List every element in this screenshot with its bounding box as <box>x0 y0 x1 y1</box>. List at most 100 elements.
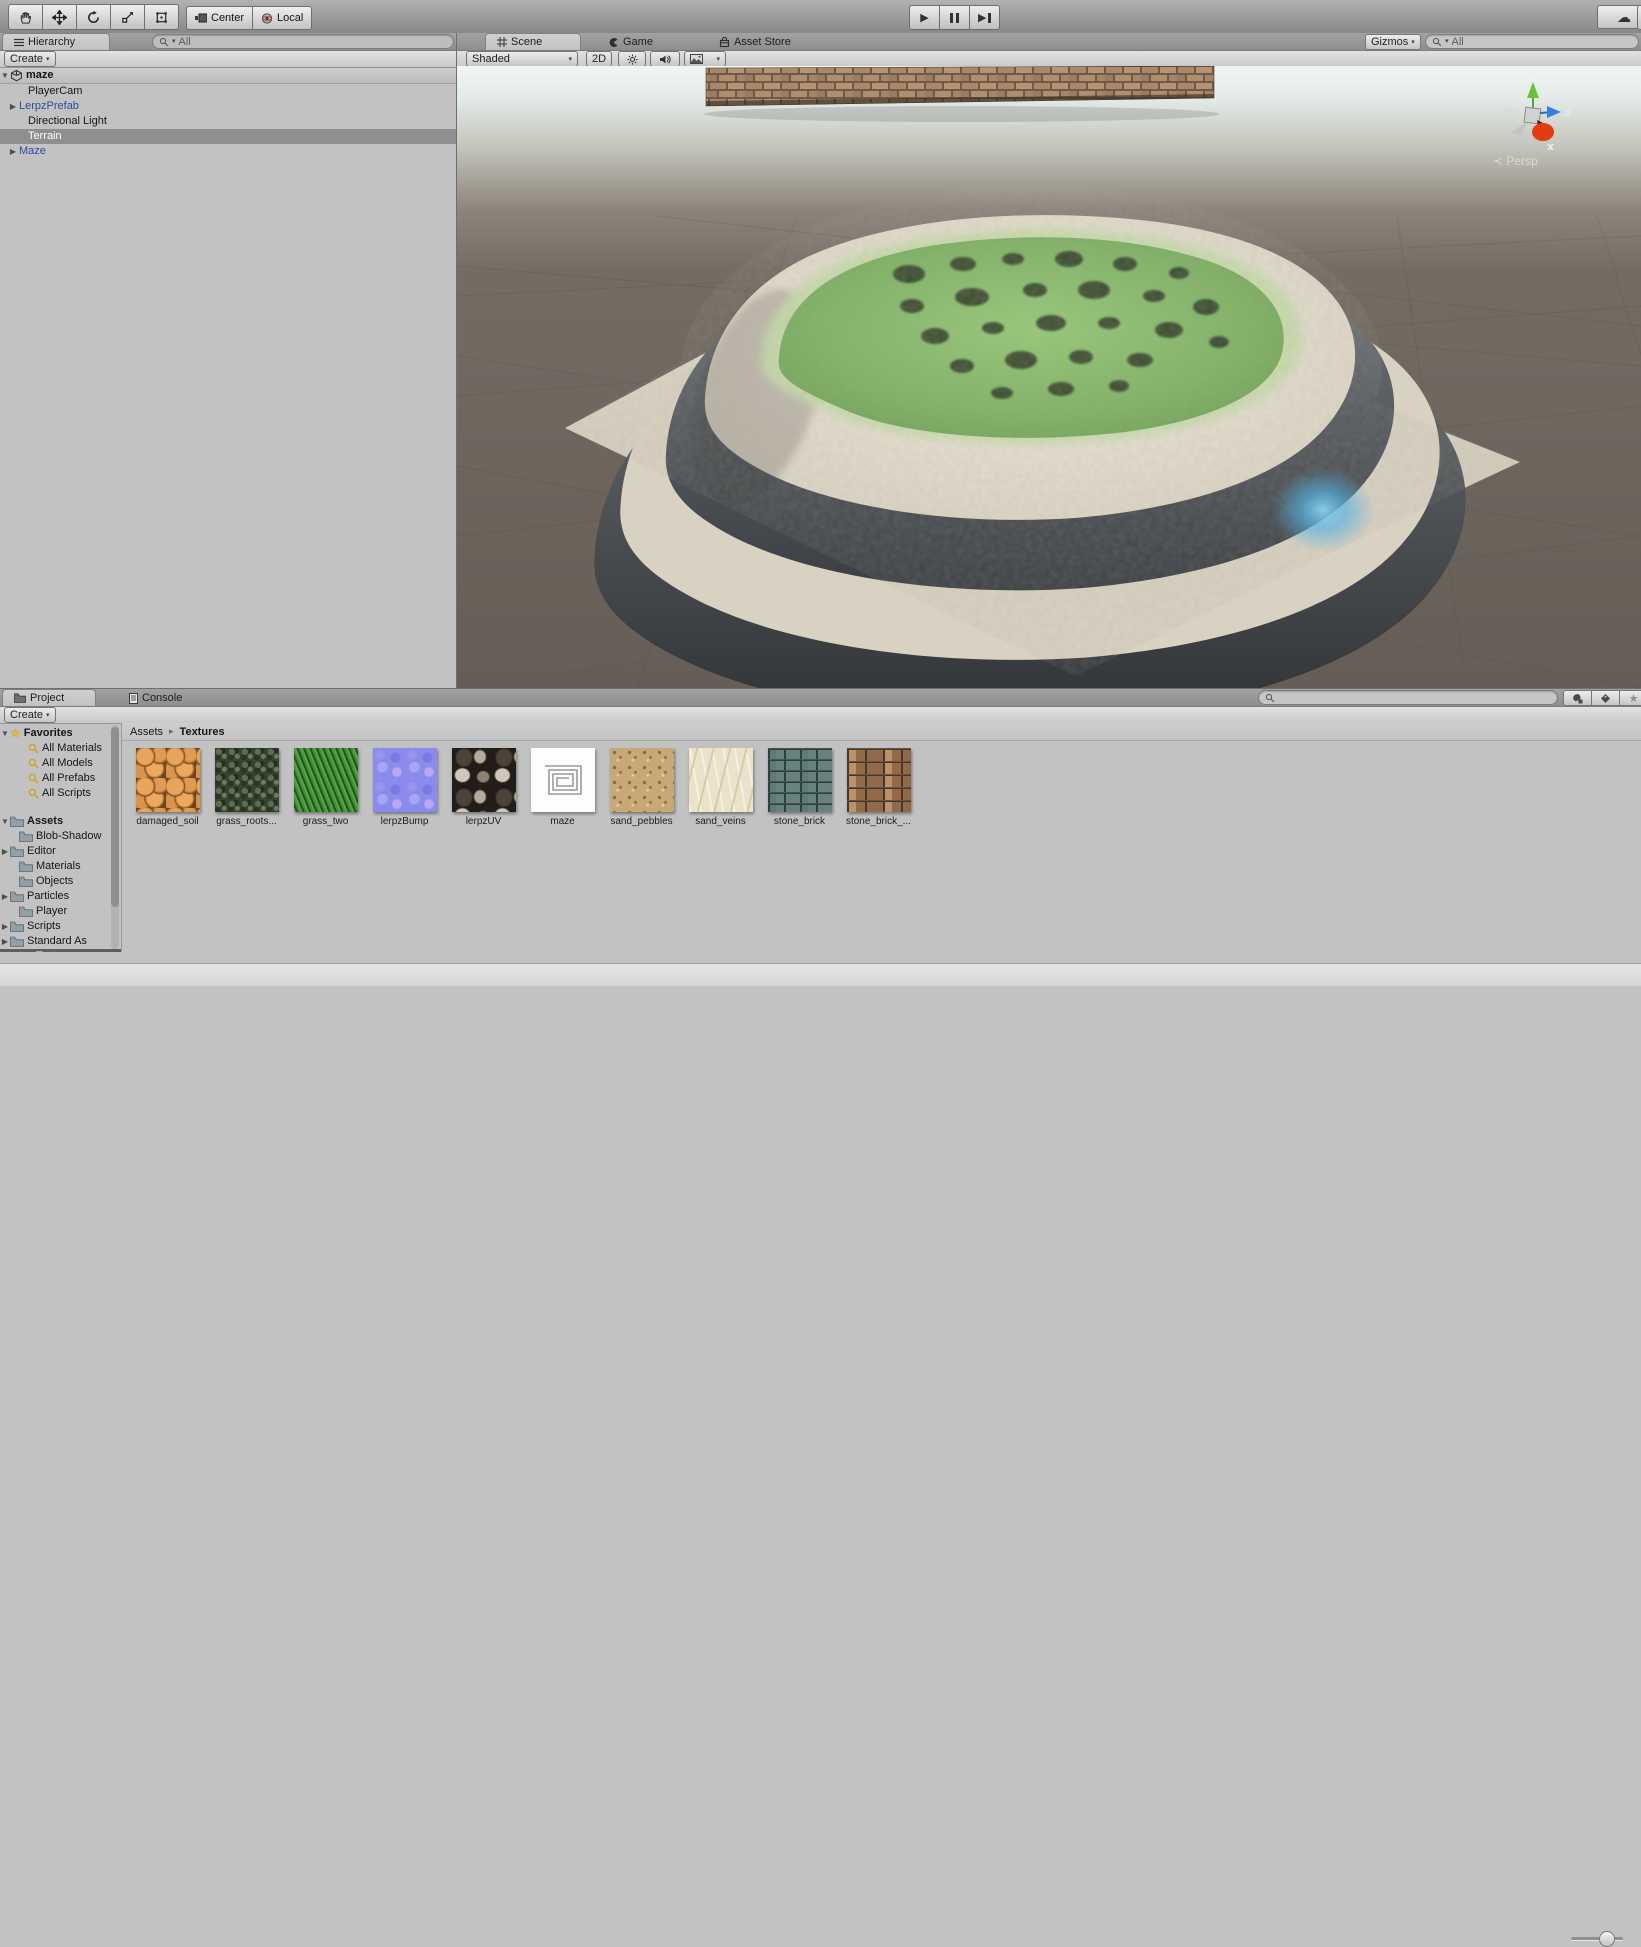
tab-scene[interactable]: Scene <box>485 33 581 50</box>
asset-sand-veins[interactable]: sand_veins <box>681 748 760 827</box>
gizmos-dropdown[interactable]: Gizmos ▾ <box>1365 34 1421 50</box>
asset-store-icon <box>719 37 730 48</box>
asset-grass-roots[interactable]: grass_roots... <box>207 748 286 827</box>
tab-hierarchy[interactable]: Hierarchy <box>2 33 110 50</box>
hierarchy-search-value: All <box>179 36 191 48</box>
project-search-input[interactable] <box>1258 690 1558 705</box>
hierarchy-item-lerpzprefab[interactable]: ▶ LerpzPrefab <box>0 99 456 114</box>
asset-maze[interactable]: maze <box>523 748 602 827</box>
cloud-services-button[interactable]: ☁ <box>1597 5 1641 29</box>
scene-search-input[interactable]: ▾ All <box>1425 34 1639 49</box>
tab-project[interactable]: Project <box>2 689 96 706</box>
favorites-item-all-scripts[interactable]: All Scripts <box>0 786 121 801</box>
breadcrumb-current[interactable]: Textures <box>180 726 225 738</box>
folder-icon <box>10 936 24 947</box>
pivot-label: Center <box>211 12 244 24</box>
pivot-toggle-button[interactable]: Center <box>186 6 253 30</box>
space-toggle-button[interactable]: Local <box>253 6 312 30</box>
assets-root-row[interactable]: ▼ Assets <box>0 814 121 829</box>
texture-thumbnail <box>768 748 832 812</box>
maze-graphic <box>541 762 585 798</box>
tab-game[interactable]: Game <box>597 34 664 50</box>
asset-stone-brick[interactable]: stone_brick <box>760 748 839 827</box>
folder-column-scrollbar[interactable] <box>111 725 119 949</box>
folder-blob-shadow[interactable]: Blob-Shadow <box>0 829 121 844</box>
step-icon: ▶ <box>978 11 986 24</box>
folder-materials[interactable]: Materials <box>0 859 121 874</box>
folder-standard-assets[interactable]: ▶ Standard As <box>0 934 121 949</box>
favorites-header[interactable]: ▼ ★ Favorites <box>0 726 121 741</box>
thumbnail-size-slider[interactable] <box>1571 1937 1623 1940</box>
rotate-tool-button[interactable] <box>77 4 111 30</box>
hierarchy-item-playercam[interactable]: PlayerCam <box>0 84 456 99</box>
favorites-item-all-prefabs[interactable]: All Prefabs <box>0 771 121 786</box>
pause-button[interactable] <box>940 5 970 30</box>
folder-icon <box>19 951 33 952</box>
2d-toggle-button[interactable]: 2D <box>586 51 612 67</box>
scene-viewport[interactable]: y z x ≺ Persp <box>457 66 1641 688</box>
asset-stone-brick-2[interactable]: stone_brick_... <box>839 748 918 827</box>
project-status-bar <box>0 963 1641 986</box>
search-by-type-button[interactable] <box>1563 690 1592 706</box>
asset-lerpzuv[interactable]: lerpzUV <box>444 748 523 827</box>
scene-lighting-toggle[interactable] <box>618 51 646 67</box>
hierarchy-item-directional-light[interactable]: Directional Light <box>0 114 456 129</box>
draw-mode-dropdown[interactable]: Shaded ▾ <box>466 51 578 67</box>
scale-tool-button[interactable] <box>111 4 145 30</box>
chevron-down-icon: ▾ <box>1411 39 1415 46</box>
hand-icon <box>18 10 33 25</box>
account-button-partial[interactable] <box>1637 5 1641 30</box>
orientation-gizmo[interactable]: y z x ≺ Persp <box>1487 68 1577 178</box>
chevron-down-icon: ▾ <box>46 712 50 719</box>
persp-arrow-icon: ≺ <box>1493 154 1503 168</box>
hand-tool-button[interactable] <box>8 4 43 30</box>
folder-icon <box>10 816 24 827</box>
project-toolbar: Create ▾ ★ <box>0 707 1641 724</box>
hierarchy-item-terrain-selected[interactable]: Terrain <box>0 129 456 144</box>
favorites-item-all-materials[interactable]: All Materials <box>0 741 121 756</box>
search-icon <box>1265 693 1275 703</box>
asset-sand-pebbles[interactable]: sand_pebbles <box>602 748 681 827</box>
asset-grass-two[interactable]: grass_two <box>286 748 365 827</box>
saved-search-star-button[interactable]: ★ <box>1620 690 1641 706</box>
folder-editor[interactable]: ▶ Editor <box>0 844 121 859</box>
foldout-open-icon: ▼ <box>0 726 10 741</box>
search-by-label-button[interactable] <box>1592 690 1620 706</box>
rotate-icon <box>86 10 101 25</box>
folder-particles[interactable]: ▶ Particles <box>0 889 121 904</box>
step-button[interactable]: ▶ <box>970 5 1000 30</box>
project-create-button[interactable]: Create ▾ <box>4 707 56 723</box>
folder-objects[interactable]: Objects <box>0 874 121 889</box>
favorites-item-all-models[interactable]: All Models <box>0 756 121 771</box>
breadcrumb-root[interactable]: Assets <box>130 726 163 738</box>
scene-audio-toggle[interactable] <box>650 51 680 67</box>
transform-tools <box>8 4 179 30</box>
asset-lerpzbump[interactable]: lerpzBump <box>365 748 444 827</box>
folder-icon <box>10 846 24 857</box>
speaker-icon <box>659 54 671 65</box>
folder-textures-selected[interactable]: Textures <box>0 949 121 952</box>
hierarchy-item-maze[interactable]: ▶ Maze <box>0 144 456 159</box>
folder-player[interactable]: Player <box>0 904 121 919</box>
hierarchy-search-input[interactable]: ▾ All <box>152 34 454 49</box>
thumbnail-size-slider-knob[interactable] <box>1599 1931 1615 1947</box>
unity-scene-icon <box>10 69 23 82</box>
list-icon <box>14 38 24 47</box>
asset-damaged-soil[interactable]: damaged_soil <box>128 748 207 827</box>
space-local-icon <box>261 13 273 24</box>
folder-icon <box>19 861 33 872</box>
projection-toggle[interactable]: ≺ Persp <box>1493 154 1538 168</box>
scene-header-row[interactable]: ▼ maze <box>0 68 456 84</box>
folder-scripts[interactable]: ▶ Scripts <box>0 919 121 934</box>
search-favorite-icon <box>28 773 39 784</box>
scene-effects-dropdown[interactable]: ▾ <box>684 51 726 67</box>
tab-console[interactable]: Console <box>118 690 193 706</box>
rect-tool-button[interactable] <box>145 4 179 30</box>
hierarchy-create-button[interactable]: Create ▾ <box>4 51 56 67</box>
move-tool-button[interactable] <box>43 4 77 30</box>
breadcrumb-arrow-icon: ▸ <box>169 726 174 737</box>
foldout-closed-icon: ▶ <box>0 889 10 904</box>
play-button[interactable]: ▶ <box>909 5 940 30</box>
project-content-area: Assets ▸ Textures damaged_soil grass_roo… <box>122 723 1641 952</box>
tab-asset-store[interactable]: Asset Store <box>708 34 802 50</box>
